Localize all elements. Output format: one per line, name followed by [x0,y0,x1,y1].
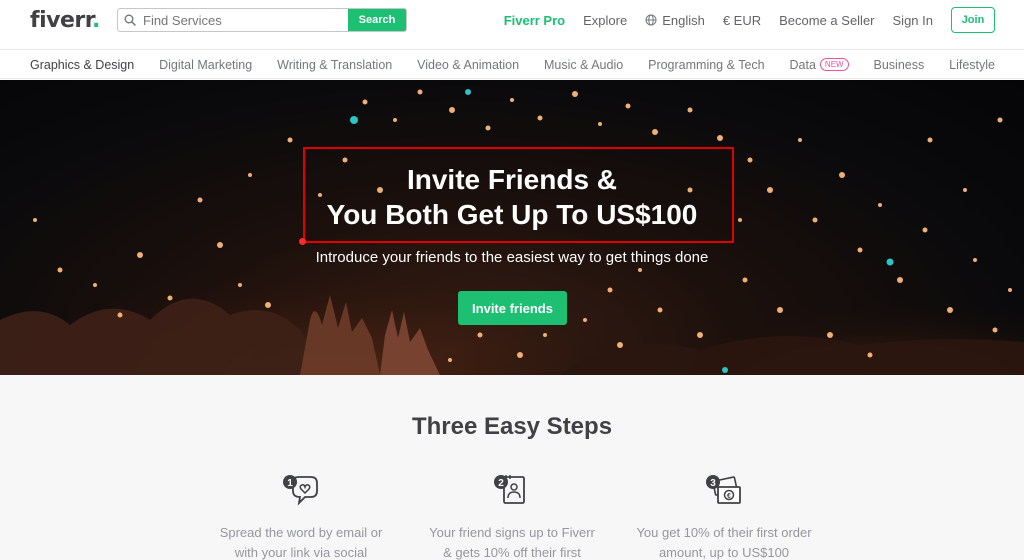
globe-icon [645,14,657,26]
top-nav: Fiverr Pro Explore English € EUR Become … [486,0,995,40]
category-business[interactable]: Business [874,58,925,72]
svg-text:€: € [727,493,731,500]
step-3-line1: You get 10% of their first order [636,525,812,540]
fiverr-logo[interactable]: fiverr. [30,8,100,33]
become-seller-link[interactable]: Become a Seller [779,13,874,28]
step-2-text: Your friend signs up to Fiverr & gets 10%… [417,523,607,560]
steps-title: Three Easy Steps [411,413,613,440]
step-3-number: 3 [710,478,716,489]
logo-dot: . [91,8,100,33]
step-1-line1: Spread the word by email or [219,525,383,540]
step-1: 1 Spread the word by email or with your l… [206,473,396,560]
annotation-marker [299,238,306,245]
language-selector[interactable]: English [645,13,705,28]
fiverr-pro-link[interactable]: Fiverr Pro [504,13,565,28]
step-3: € 3 You get 10% of their first order amou… [629,473,819,560]
hero-title-line1: Invite Friends & [406,164,618,195]
category-music-audio[interactable]: Music & Audio [544,58,623,72]
logo-text: fiverr [30,8,92,33]
explore-link[interactable]: Explore [583,13,627,28]
step-2-line1: Your friend signs up to Fiverr [429,525,595,540]
category-graphics-design[interactable]: Graphics & Design [30,58,134,72]
category-data-label: Data [789,57,816,72]
step-2: 2 Your friend signs up to Fiverr & gets 1… [417,473,607,560]
category-data[interactable]: Data NEW [790,58,849,72]
category-video-animation[interactable]: Video & Animation [417,58,519,72]
step-1-text: Spread the word by email or with your lin… [206,523,396,560]
category-digital-marketing[interactable]: Digital Marketing [159,58,252,72]
language-label: English [662,12,705,28]
search-bar: Search [117,8,407,32]
contact-card-icon: 2 [417,473,607,509]
steps-section: Three Easy Steps 1 Spread the word by em… [0,375,1024,560]
category-lifestyle[interactable]: Lifestyle [949,58,995,72]
step-2-line2: & gets 10% off their first [443,545,581,560]
step-3-line2: amount, up to US$100 [658,545,790,560]
hero-subtitle: Introduce your friends to the easiest wa… [315,249,709,266]
category-programming-tech[interactable]: Programming & Tech [648,58,765,72]
category-menu: Graphics & Design Digital Marketing Writ… [0,50,1024,79]
invite-friends-button[interactable]: Invite friends [458,291,567,325]
category-writing-translation[interactable]: Writing & Translation [277,58,392,72]
step-2-number: 2 [498,478,504,489]
hero-banner: Invite Friends & You Both Get Up To US$1… [0,80,1024,375]
chat-heart-icon: 1 [206,473,396,509]
step-3-text: You get 10% of their first order amount, … [629,523,819,560]
top-header: fiverr. Search Fiverr Pro Explore Englis… [0,0,1024,50]
new-badge: NEW [819,58,849,71]
money-icon: € 3 [629,473,819,509]
hero-title-line2: You Both Get Up To US$100 [326,199,698,230]
step-1-line2: with your link via social [234,545,368,560]
search-input[interactable] [141,9,348,31]
sign-in-link[interactable]: Sign In [893,13,933,28]
search-icon [123,9,141,31]
search-button[interactable]: Search [348,9,406,31]
join-button[interactable]: Join [951,7,995,33]
currency-selector[interactable]: € EUR [723,13,761,28]
step-1-number: 1 [287,478,293,489]
